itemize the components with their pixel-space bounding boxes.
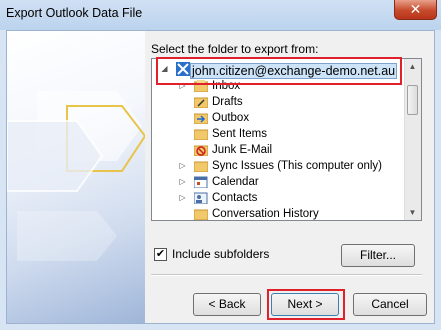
export-dialog: Export Outlook Data File ✕ Select the fo… — [0, 0, 441, 330]
tree-scrollbar[interactable]: ▲ ▼ — [404, 59, 421, 220]
tree-item-calendar[interactable]: ▷ Calendar — [178, 174, 398, 190]
expand-arrow-icon[interactable]: ▷ — [178, 174, 187, 190]
folder-label: Sent Items — [212, 128, 267, 140]
junk-mail-folder-icon — [194, 145, 208, 156]
folder-icon — [194, 209, 208, 220]
filter-button[interactable]: Filter... — [341, 244, 415, 267]
folder-select-label: Select the folder to export from: — [151, 42, 319, 56]
tree-item-junk-email[interactable]: Junk E-Mail — [178, 142, 398, 158]
account-highlight-outline — [156, 57, 402, 85]
folder-label: Drafts — [212, 96, 243, 108]
dialog-body: Select the folder to export from: ◢ john… — [6, 30, 435, 324]
contacts-icon — [194, 192, 208, 204]
tree-item-sent-items[interactable]: Sent Items — [178, 126, 398, 142]
wizard-arrow-graphic — [7, 91, 145, 261]
scrollbar-thumb[interactable] — [407, 85, 418, 115]
back-button[interactable]: < Back — [193, 293, 261, 316]
close-button[interactable]: ✕ — [394, 0, 437, 20]
window-title: Export Outlook Data File — [6, 6, 143, 20]
tree-item-conversation-history[interactable]: Conversation History — [178, 206, 398, 220]
folder-label: Conversation History — [212, 208, 319, 220]
outbox-folder-icon — [194, 113, 208, 124]
next-button-highlight-outline — [267, 289, 345, 320]
expand-arrow-icon[interactable]: ▷ — [178, 190, 187, 206]
tree-item-contacts[interactable]: ▷ Contacts — [178, 190, 398, 206]
include-subfolders-label[interactable]: Include subfolders — [172, 247, 269, 261]
sync-folder-icon — [194, 161, 208, 172]
wizard-banner-image — [7, 31, 145, 323]
drafts-folder-icon — [194, 97, 208, 108]
scroll-up-icon[interactable]: ▲ — [407, 61, 418, 72]
scroll-down-icon[interactable]: ▼ — [407, 207, 418, 218]
folder-label: Junk E-Mail — [212, 144, 273, 156]
folder-label: Calendar — [212, 176, 259, 188]
folder-label: Sync Issues (This computer only) — [212, 160, 383, 172]
calendar-icon — [194, 176, 208, 188]
expand-arrow-icon[interactable]: ▷ — [178, 158, 187, 174]
tree-item-sync-issues[interactable]: ▷ Sync Issues (This computer only) — [178, 158, 408, 174]
separator-line — [151, 274, 422, 276]
cancel-button[interactable]: Cancel — [353, 293, 427, 316]
tree-item-outbox[interactable]: Outbox — [178, 110, 398, 126]
title-bar: Export Outlook Data File ✕ — [0, 0, 441, 30]
folder-label: Contacts — [212, 192, 258, 204]
folder-label: Outbox — [212, 112, 250, 124]
tree-item-drafts[interactable]: Drafts — [178, 94, 398, 110]
sent-items-folder-icon — [194, 129, 208, 140]
include-subfolders-checkbox[interactable]: ✔ — [154, 248, 167, 261]
